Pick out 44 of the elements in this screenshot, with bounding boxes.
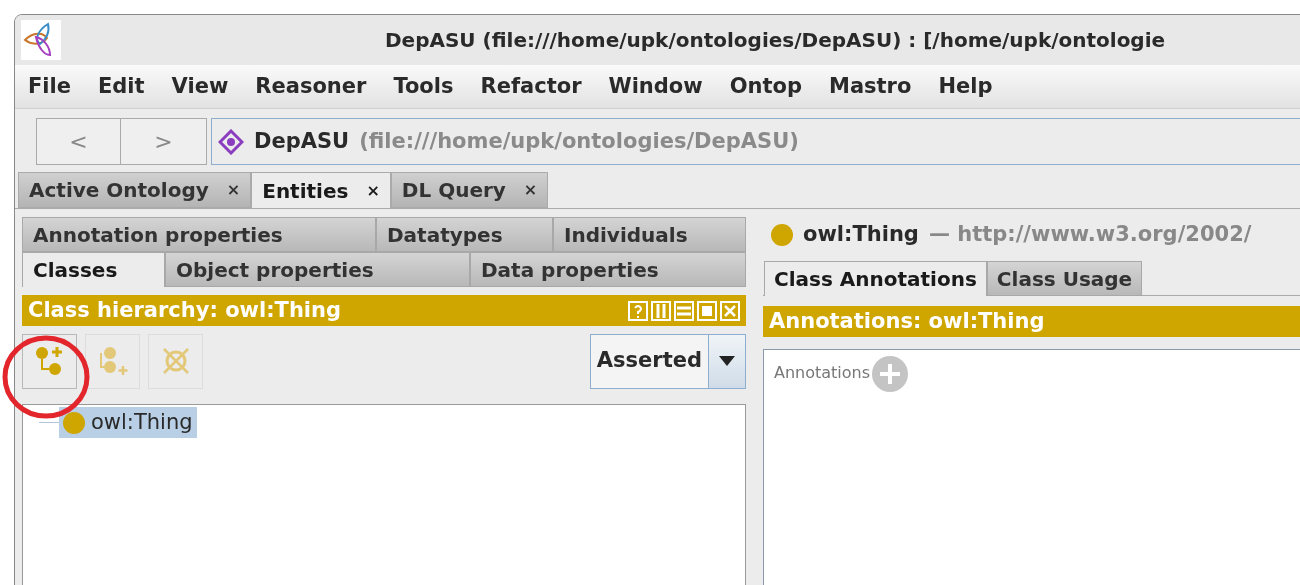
menu-item[interactable]: Window: [608, 70, 703, 103]
tree-item[interactable]: owl:Thing: [59, 407, 197, 438]
menu-item[interactable]: Edit: [98, 70, 145, 103]
menu-item[interactable]: View: [171, 70, 229, 103]
add-subclass-button[interactable]: [22, 333, 77, 389]
ontology-field[interactable]: DepASU (file:///home/upk/ontologies/DepASU): [211, 118, 1300, 165]
caret-icon: [719, 356, 735, 366]
tab[interactable]: Entities ×: [251, 172, 391, 208]
tab[interactable]: Object properties: [165, 252, 470, 287]
menu-item[interactable]: Refactor: [480, 70, 582, 103]
menu-item[interactable]: Tools: [393, 70, 454, 103]
class-icon: [63, 411, 85, 434]
ontology-iri: (file:///home/upk/ontologies/DepASU): [359, 127, 799, 155]
tab[interactable]: Data properties: [470, 252, 746, 287]
tab[interactable]: Active Ontology ×: [18, 172, 252, 208]
tab[interactable]: Class Usage: [986, 261, 1143, 296]
ontology-name: DepASU: [254, 127, 350, 155]
menu-item[interactable]: Mastro: [829, 70, 912, 103]
split-horizontal-icon[interactable]: [674, 300, 694, 321]
window-title: DepASU (file:///home/upk/ontologies/DepASU) : [/home/upk/ontologie: [385, 27, 1166, 54]
class-icon: [771, 224, 793, 246]
help-icon[interactable]: [628, 300, 648, 321]
view-title: Class hierarchy: owl:Thing: [28, 296, 342, 324]
split-vertical-icon[interactable]: [651, 300, 671, 321]
menu-item[interactable]: Reasoner: [255, 70, 367, 103]
close-icon[interactable]: [720, 300, 740, 321]
tab[interactable]: DL Query ×: [390, 172, 549, 208]
ontology-icon: [218, 128, 244, 155]
menu-item[interactable]: Ontop: [729, 70, 802, 103]
entity-iri: — http://www.w3.org/2002/: [928, 221, 1252, 249]
entity-name: owl:Thing: [803, 221, 919, 249]
tab[interactable]: Datatypes: [376, 217, 553, 252]
menu-item[interactable]: Help: [938, 70, 993, 103]
annotations-label: Annotations: [774, 362, 871, 384]
view-title: Annotations: owl:Thing: [769, 307, 1045, 335]
tab[interactable]: Class Annotations: [764, 261, 987, 296]
menu-item[interactable]: File: [28, 70, 71, 103]
maximize-icon[interactable]: [697, 300, 717, 321]
tab[interactable]: Annotation properties: [22, 217, 376, 252]
mode-dropdown[interactable]: Asserted: [589, 333, 746, 389]
app-logo: [21, 20, 61, 60]
add-icon[interactable]: [872, 356, 909, 392]
tab[interactable]: Classes: [22, 252, 165, 287]
tab[interactable]: Individuals: [553, 217, 746, 252]
